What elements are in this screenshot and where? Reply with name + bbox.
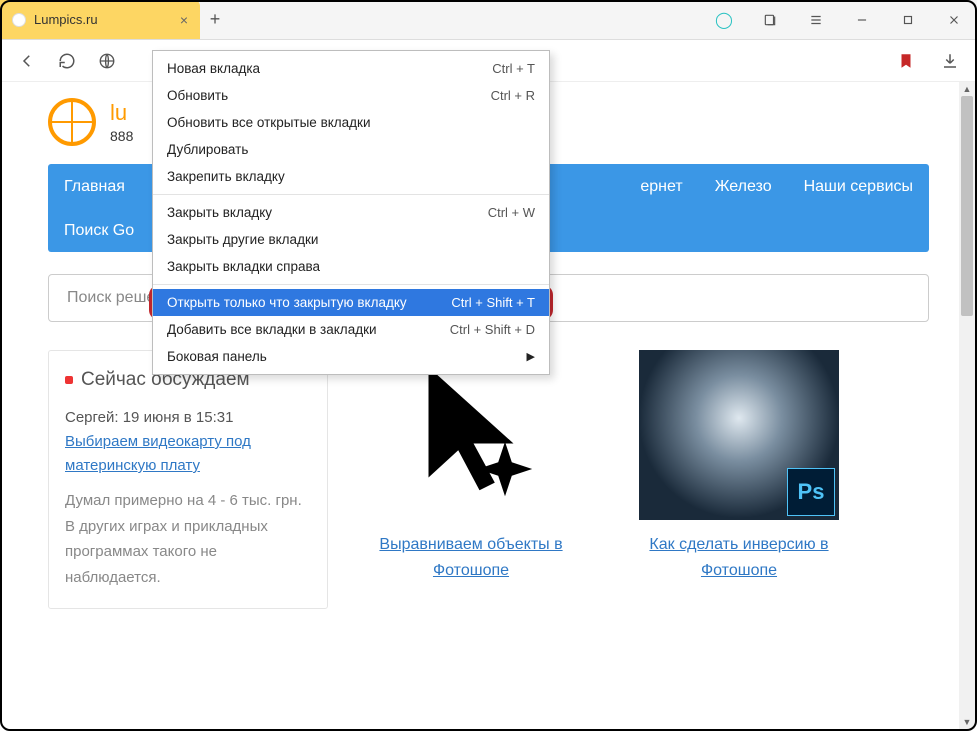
maximize-button[interactable] (885, 0, 931, 40)
discussion-widget: Сейчас обсуждаем Сергей: 19 июня в 15:31… (48, 350, 328, 609)
ctx-item-label: Добавить все вкладки в закладки (167, 322, 377, 337)
bookmark-icon[interactable] (889, 44, 923, 78)
ctx-separator (153, 194, 549, 195)
ctx-item[interactable]: Закрыть другие вкладки (153, 226, 549, 253)
site-info-icon[interactable] (90, 44, 124, 78)
comment-link[interactable]: Выбираем видеокарту под материнскую плат… (65, 433, 251, 474)
alice-icon[interactable]: ◯ (701, 0, 747, 40)
scrollbar-thumb[interactable] (961, 96, 973, 316)
ctx-shortcut: Ctrl + Shift + D (450, 322, 535, 337)
reload-button[interactable] (50, 44, 84, 78)
article-card[interactable]: Выравниваем объекты в Фотошопе (346, 350, 596, 583)
article-thumb (371, 350, 571, 520)
ctx-item-label: Обновить все открытые вкладки (167, 115, 371, 130)
ctx-item-label: Обновить (167, 88, 228, 103)
nav-item[interactable]: Главная (48, 164, 141, 210)
ctx-item-label: Закрепить вкладку (167, 169, 285, 184)
ctx-shortcut: Ctrl + Shift + T (451, 295, 535, 310)
scroll-up-icon[interactable]: ▲ (959, 82, 975, 96)
tab-strip: Lumpics.ru × + ◯ (0, 0, 977, 40)
tab-context-menu: Новая вкладкаCtrl + TОбновитьCtrl + RОбн… (152, 50, 550, 375)
close-window-button[interactable] (931, 0, 977, 40)
ctx-item[interactable]: Закрыть вкладки справа (153, 253, 549, 280)
ctx-item-label: Закрыть другие вкладки (167, 232, 318, 247)
menu-icon[interactable] (793, 0, 839, 40)
window-controls: ◯ (701, 0, 977, 39)
ctx-item-label: Дублировать (167, 142, 248, 157)
browser-tab[interactable]: Lumpics.ru × (0, 0, 200, 39)
chevron-right-icon: ▶ (527, 350, 535, 363)
nav-item[interactable]: Наши сервисы (788, 164, 929, 210)
scroll-down-icon[interactable]: ▼ (959, 715, 975, 729)
ctx-item[interactable]: Обновить Ctrl + R (153, 82, 549, 109)
site-phones: 888 (110, 128, 133, 144)
new-tab-button[interactable]: + (200, 0, 230, 39)
article-link[interactable]: Как сделать инверсию в Фотошопе (614, 532, 864, 583)
ctx-item[interactable]: Дублировать (153, 136, 549, 163)
ctx-item-label: Открыть только что закрытую вкладку (167, 295, 407, 310)
tab-favicon (12, 13, 26, 27)
ctx-item-label: Закрыть вкладку (167, 205, 272, 220)
back-button[interactable] (10, 44, 44, 78)
ctx-item-label: Новая вкладка (167, 61, 260, 76)
ctx-item[interactable]: Обновить все открытые вкладки (153, 109, 549, 136)
ctx-item[interactable]: Открыть только что закрытую вкладку Ctrl … (153, 289, 549, 316)
article-link[interactable]: Выравниваем объекты в Фотошопе (346, 532, 596, 583)
minimize-button[interactable] (839, 0, 885, 40)
ctx-item-label: Закрыть вкладки справа (167, 259, 320, 274)
ctx-item[interactable]: Новая вкладка Ctrl + T (153, 55, 549, 82)
comment-body: Думал примерно на 4 - 6 тыс. грн. В друг… (65, 488, 311, 590)
comment-meta: Сергей: 19 июня в 15:31 (65, 409, 311, 426)
ctx-shortcut: Ctrl + W (488, 205, 535, 220)
ctx-shortcut: Ctrl + R (491, 88, 535, 103)
site-logo (48, 98, 96, 146)
tab-title: Lumpics.ru (34, 12, 98, 27)
ctx-shortcut: Ctrl + T (492, 61, 535, 76)
article-card[interactable]: Ps Как сделать инверсию в Фотошопе (614, 350, 864, 583)
article-thumb: Ps (639, 350, 839, 520)
vertical-scrollbar[interactable]: ▲ ▼ (959, 82, 975, 729)
close-icon[interactable]: × (180, 12, 188, 28)
ctx-item[interactable]: Закрыть вкладку Ctrl + W (153, 199, 549, 226)
ctx-separator (153, 284, 549, 285)
ctx-item[interactable]: Добавить все вкладки в закладки Ctrl + Sh… (153, 316, 549, 343)
live-dot-icon (65, 376, 73, 384)
ctx-item-label: Боковая панель (167, 349, 267, 364)
nav-item[interactable]: Железо (699, 164, 788, 210)
nav-item[interactable]: ернет (624, 164, 698, 210)
ctx-item[interactable]: Закрепить вкладку (153, 163, 549, 190)
ps-badge: Ps (787, 468, 835, 516)
nav-item[interactable]: Поиск Go (48, 210, 150, 252)
ctx-item[interactable]: Боковая панель ▶ (153, 343, 549, 370)
collections-icon[interactable] (747, 0, 793, 40)
download-icon[interactable] (933, 44, 967, 78)
site-title: lu (110, 100, 133, 126)
